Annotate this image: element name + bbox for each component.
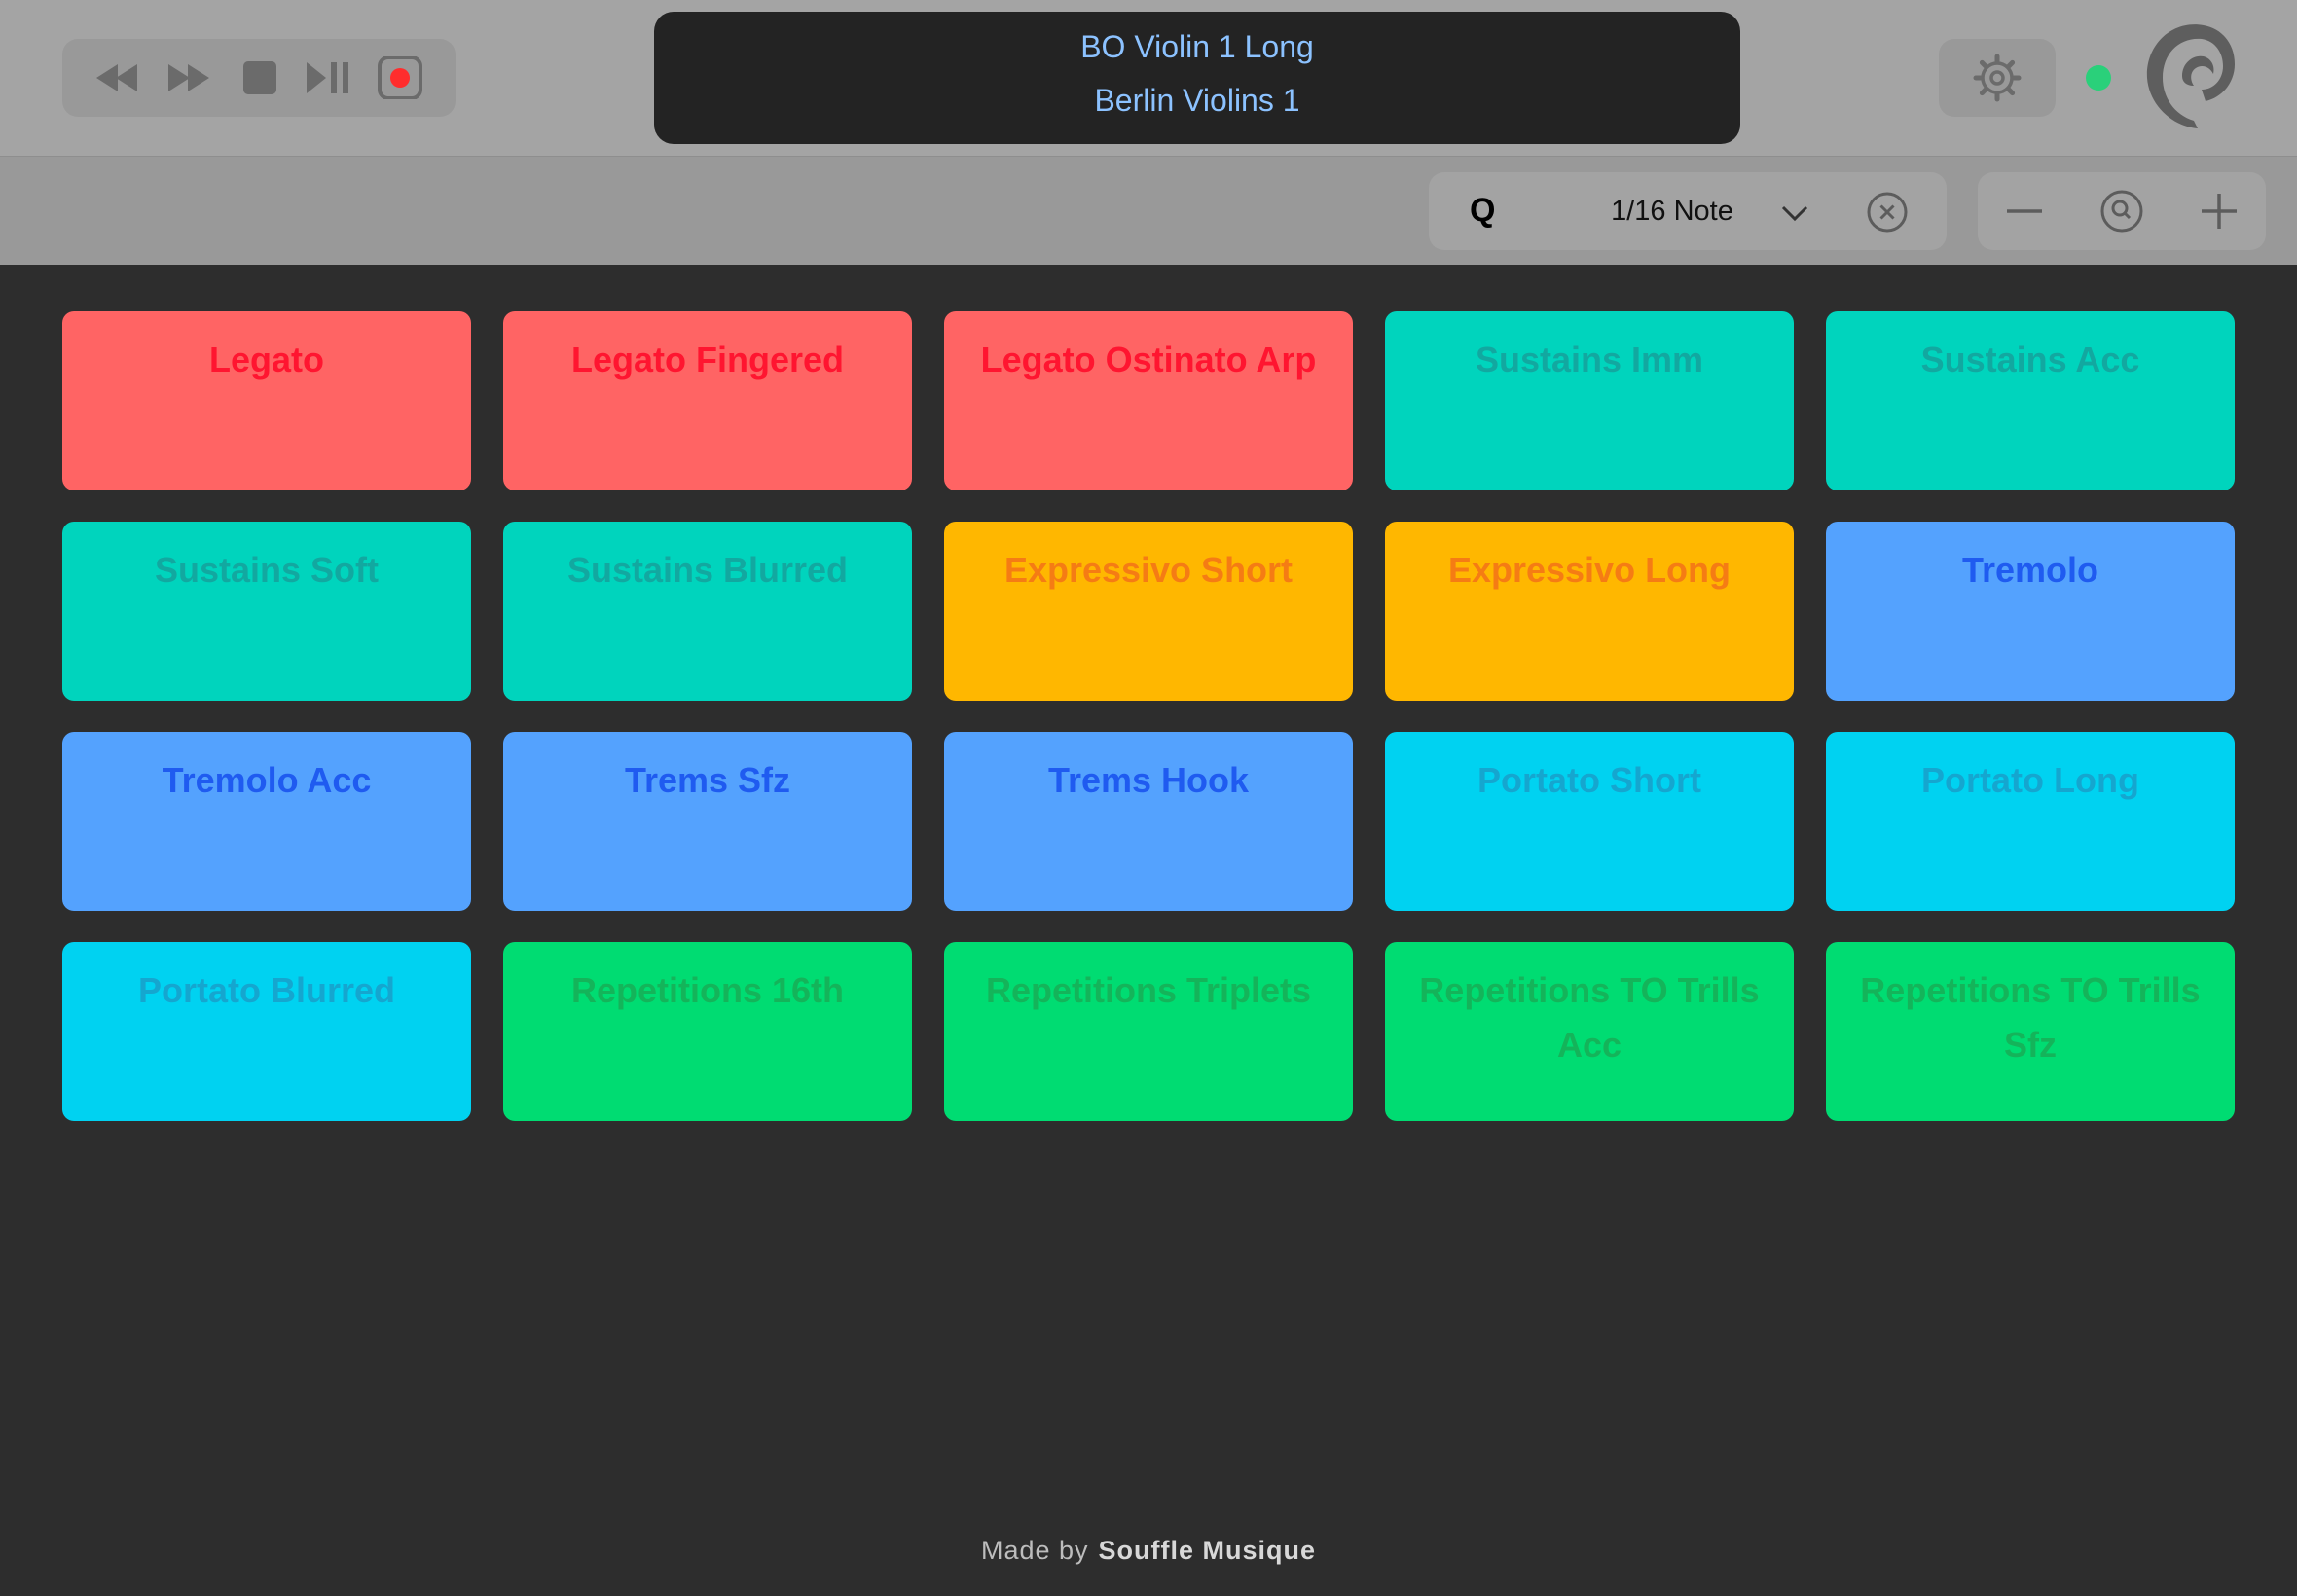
toolbar: Q 1/16 Note [0,156,2297,265]
minus-icon[interactable] [2001,188,2048,235]
connection-status-indicator [2086,65,2111,91]
articulation-pad[interactable]: Repetitions Triplets [944,942,1353,1121]
articulation-pad[interactable]: Expressivo Short [944,522,1353,701]
brand-name: Souffle Musique [1098,1536,1317,1565]
transport-controls [62,39,456,117]
zoom-magnifier-icon[interactable] [2098,188,2145,235]
rewind-button[interactable] [91,51,145,105]
footer-credit: Made by Souffle Musique [0,1536,2297,1566]
articulation-pad[interactable]: Sustains Soft [62,522,471,701]
quantize-label: Q [1470,192,1496,229]
articulation-pad[interactable]: Portato Long [1826,732,2235,911]
articulation-pad[interactable]: Repetitions TO Trills Acc [1385,942,1794,1121]
stop-icon [242,61,276,94]
app-logo [2146,24,2235,128]
articulation-pad[interactable]: Sustains Blurred [503,522,912,701]
articulation-pad[interactable]: Tremolo Acc [62,732,471,911]
plus-icon[interactable] [2196,188,2242,235]
rewind-icon [95,64,137,91]
made-by-text: Made by [980,1536,1089,1565]
articulation-pad[interactable]: Portato Short [1385,732,1794,911]
instrument-display: BO Violin 1 Long Berlin Violins 1 [654,12,1740,144]
chevron-down-icon[interactable] [1775,194,1814,233]
articulation-pad-grid: Legato Legato Fingered Legato Ostinato A… [62,311,2235,1121]
stop-button[interactable] [232,51,286,105]
articulation-pad[interactable]: Sustains Imm [1385,311,1794,490]
fast-forward-button[interactable] [161,51,215,105]
quantize-selector[interactable]: Q 1/16 Note [1429,172,1947,250]
articulation-pad[interactable]: Repetitions TO Trills Sfz [1826,942,2235,1121]
settings-button[interactable] [1939,39,2056,117]
articulation-pad[interactable]: Trems Sfz [503,732,912,911]
articulation-pad[interactable]: Legato Fingered [503,311,912,490]
articulation-pad[interactable]: Trems Hook [944,732,1353,911]
quantize-value[interactable]: 1/16 Note [1575,196,1769,228]
top-bar: BO Violin 1 Long Berlin Violins 1 [0,0,2297,156]
articulation-pad[interactable]: Legato Ostinato Arp [944,311,1353,490]
fast-forward-icon [168,64,210,91]
articulation-pad[interactable]: Repetitions 16th [503,942,912,1121]
clear-quantize-icon[interactable] [1865,190,1910,235]
articulation-pad[interactable]: Expressivo Long [1385,522,1794,701]
record-button[interactable] [373,51,427,105]
articulation-pad[interactable]: Tremolo [1826,522,2235,701]
articulation-pad[interactable]: Legato [62,311,471,490]
record-icon [378,56,423,99]
articulation-pad[interactable]: Sustains Acc [1826,311,2235,490]
instrument-name: Berlin Violins 1 [1094,83,1300,118]
zoom-controls [1978,172,2266,250]
play-pause-icon [306,62,348,93]
gear-icon [1973,54,2022,102]
articulation-name: BO Violin 1 Long [1080,29,1314,64]
articulation-pad[interactable]: Portato Blurred [62,942,471,1121]
play-pause-button[interactable] [303,51,357,105]
